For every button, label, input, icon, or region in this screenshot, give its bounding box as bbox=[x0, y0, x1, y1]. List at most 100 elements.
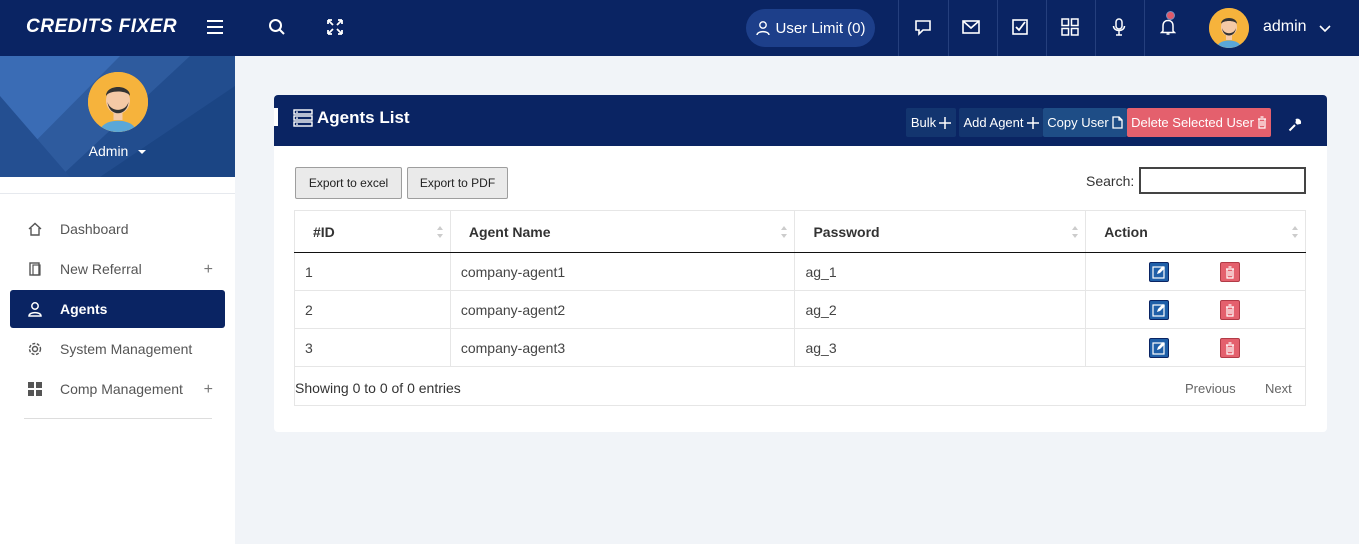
user-icon bbox=[756, 21, 771, 36]
profile-name: Admin bbox=[88, 143, 129, 159]
home-icon bbox=[26, 220, 44, 238]
divider bbox=[1144, 0, 1145, 56]
chevron-down-icon[interactable] bbox=[1319, 20, 1331, 38]
fullscreen-icon[interactable] bbox=[324, 16, 346, 38]
trash-icon bbox=[1257, 116, 1266, 129]
sidebar-menu: Dashboard New Referral + Agents System M… bbox=[10, 210, 225, 410]
header-marker bbox=[274, 108, 278, 126]
edit-icon bbox=[1152, 266, 1166, 279]
edit-button[interactable] bbox=[1149, 262, 1170, 282]
copy-user-label: Copy User bbox=[1047, 115, 1109, 130]
sort-icon bbox=[781, 226, 788, 238]
profile-name-dropdown[interactable]: Admin bbox=[0, 143, 235, 159]
delete-button[interactable] bbox=[1220, 262, 1241, 282]
sidebar-item-label: System Management bbox=[60, 341, 193, 357]
brand-logo[interactable]: CREDITS FIXER bbox=[26, 16, 177, 38]
table-row: 3 company-agent3 ag_3 bbox=[294, 328, 1306, 367]
sidebar-item-label: Comp Management bbox=[60, 381, 183, 397]
sidebar-item-agents[interactable]: Agents bbox=[10, 290, 225, 328]
divider bbox=[1095, 0, 1096, 56]
page-title-text: Agents List bbox=[317, 108, 410, 127]
edit-button[interactable] bbox=[1149, 338, 1170, 358]
column-header-label: Agent Name bbox=[468, 223, 551, 240]
mail-icon[interactable] bbox=[960, 16, 982, 38]
expand-plus-icon[interactable]: + bbox=[204, 381, 213, 399]
sort-icon bbox=[1292, 226, 1298, 238]
task-check-icon[interactable] bbox=[1009, 16, 1031, 38]
sidebar: Admin Dashboard New Referral + Agents Sy… bbox=[0, 56, 235, 544]
microphone-icon[interactable] bbox=[1108, 16, 1130, 38]
caret-down-icon bbox=[138, 150, 147, 155]
export-excel-button[interactable]: Export to excel bbox=[295, 167, 402, 199]
user-limit-button[interactable]: User Limit (0) bbox=[746, 9, 875, 47]
apps-grid-icon[interactable] bbox=[1059, 16, 1081, 38]
edit-button[interactable] bbox=[1149, 300, 1170, 320]
table-header-row: #ID Agent Name Password Action bbox=[294, 210, 1306, 253]
sidebar-item-dashboard[interactable]: Dashboard bbox=[10, 210, 225, 248]
trash-icon bbox=[1226, 303, 1235, 317]
column-header-action[interactable]: Action bbox=[1085, 210, 1306, 253]
column-header-agent-name[interactable]: Agent Name bbox=[450, 210, 796, 253]
edit-icon bbox=[1152, 342, 1166, 355]
grid-icon bbox=[26, 380, 44, 398]
divider bbox=[997, 0, 998, 56]
user-limit-label: User Limit (0) bbox=[775, 19, 866, 37]
top-navbar: CREDITS FIXER User Limit (0) admin bbox=[0, 0, 1359, 56]
column-header-id[interactable]: #ID bbox=[294, 210, 451, 253]
search-icon[interactable] bbox=[266, 16, 288, 38]
copy-user-button[interactable]: Copy User bbox=[1043, 108, 1127, 137]
avatar[interactable] bbox=[88, 72, 148, 132]
chat-icon[interactable] bbox=[912, 16, 934, 38]
column-header-label: Action bbox=[1104, 223, 1148, 240]
table-row: 2 company-agent2 ag_2 bbox=[294, 290, 1306, 329]
cell-password: ag_3 bbox=[794, 328, 1087, 367]
cell-agent-name: company-agent3 bbox=[450, 328, 796, 367]
menu-icon[interactable] bbox=[205, 16, 227, 38]
sidebar-profile: Admin bbox=[0, 56, 235, 177]
previous-page-button[interactable]: Previous bbox=[1185, 381, 1236, 396]
column-header-label: Password bbox=[813, 223, 880, 240]
search-input[interactable] bbox=[1139, 167, 1306, 194]
delete-selected-user-button[interactable]: Delete Selected User bbox=[1127, 108, 1271, 137]
divider bbox=[948, 0, 949, 56]
column-header-label: #ID bbox=[313, 223, 335, 240]
referral-icon bbox=[26, 260, 44, 278]
user-icon bbox=[26, 300, 44, 318]
page-title: Agents List bbox=[293, 108, 410, 128]
avatar[interactable] bbox=[1209, 8, 1249, 48]
bulk-button[interactable]: Bulk bbox=[906, 108, 956, 137]
agents-table: #ID Agent Name Password Action 1 company… bbox=[294, 210, 1306, 367]
cell-action bbox=[1085, 328, 1306, 367]
entries-info: Showing 0 to 0 of 0 entries bbox=[295, 380, 461, 396]
cell-agent-name: company-agent2 bbox=[450, 290, 796, 329]
cell-agent-name: company-agent1 bbox=[450, 252, 796, 291]
next-page-button[interactable]: Next bbox=[1265, 381, 1292, 396]
trash-icon bbox=[1226, 265, 1235, 279]
sidebar-item-comp-management[interactable]: Comp Management + bbox=[10, 370, 225, 408]
sort-icon bbox=[1072, 226, 1079, 238]
delete-button[interactable] bbox=[1220, 338, 1241, 358]
cell-password: ag_1 bbox=[794, 252, 1087, 291]
cell-action bbox=[1085, 290, 1306, 329]
top-username[interactable]: admin bbox=[1263, 18, 1307, 36]
wrench-icon[interactable] bbox=[1288, 118, 1302, 137]
gear-icon bbox=[26, 340, 44, 358]
sidebar-item-system-management[interactable]: System Management bbox=[10, 330, 225, 368]
notification-dot bbox=[1166, 11, 1175, 20]
list-icon bbox=[293, 109, 313, 127]
divider bbox=[898, 0, 899, 56]
plus-icon bbox=[939, 116, 952, 129]
sidebar-item-new-referral[interactable]: New Referral + bbox=[10, 250, 225, 288]
cell-id: 2 bbox=[294, 290, 451, 329]
add-agent-button[interactable]: Add Agent bbox=[959, 108, 1043, 137]
export-pdf-button[interactable]: Export to PDF bbox=[407, 167, 508, 199]
sort-icon bbox=[436, 226, 443, 238]
divider bbox=[0, 193, 235, 194]
column-header-password[interactable]: Password bbox=[794, 210, 1087, 253]
delete-selected-label: Delete Selected User bbox=[1131, 115, 1254, 130]
expand-plus-icon[interactable]: + bbox=[204, 261, 213, 279]
add-agent-label: Add Agent bbox=[963, 115, 1024, 130]
table-row: 1 company-agent1 ag_1 bbox=[294, 252, 1306, 291]
delete-button[interactable] bbox=[1220, 300, 1241, 320]
trash-icon bbox=[1226, 341, 1235, 355]
